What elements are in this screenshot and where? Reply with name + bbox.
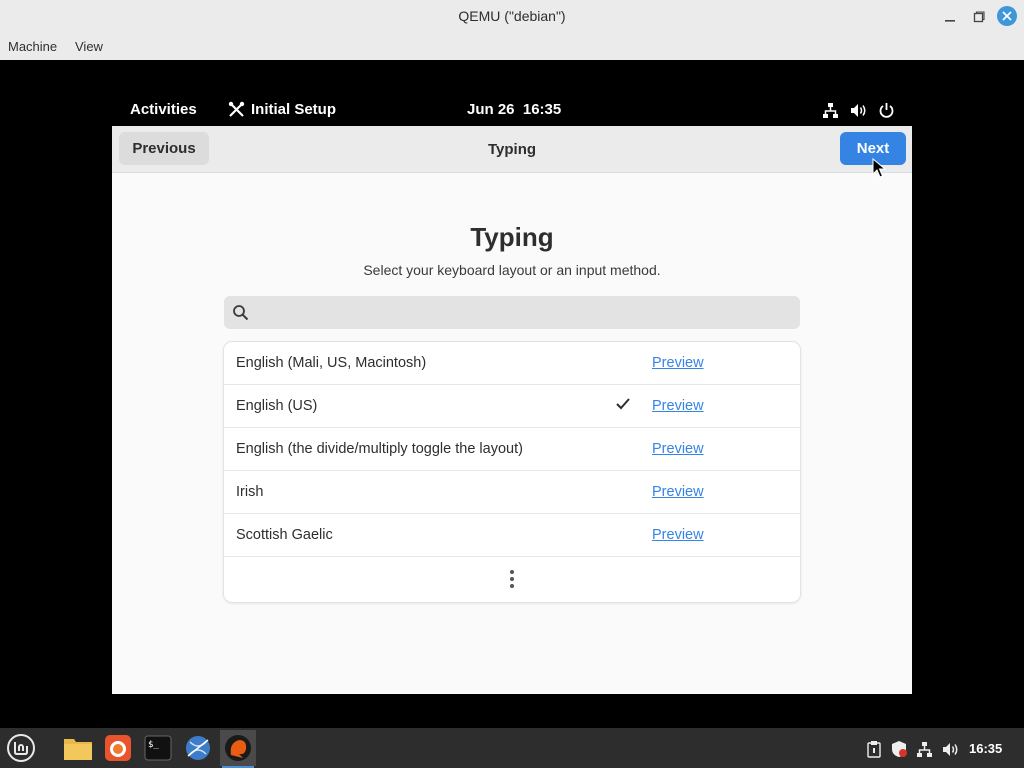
taskbar-clock[interactable]: 16:35 [969, 741, 1002, 756]
files-launcher[interactable] [60, 730, 96, 766]
qemu-icon [225, 735, 251, 761]
volume-icon[interactable] [850, 101, 868, 119]
layout-name: English (US) [236, 398, 318, 414]
preview-link[interactable]: Preview [652, 398, 704, 414]
menu-machine[interactable]: Machine [8, 39, 57, 54]
headerbar: Previous Typing Next [112, 126, 912, 178]
mint-logo-icon [7, 734, 35, 762]
window-title: QEMU ("debian") [458, 8, 566, 24]
volume-tray-icon[interactable] [942, 740, 960, 758]
network-icon[interactable] [822, 101, 839, 119]
menu-view[interactable]: View [75, 39, 103, 54]
minimize-icon [945, 20, 955, 22]
taskbar: $_ 16:35 [0, 728, 1024, 768]
menu-button[interactable] [3, 730, 39, 766]
qemu-task[interactable] [220, 730, 256, 768]
checkmark-icon [616, 397, 630, 415]
power-icon[interactable] [878, 101, 895, 119]
close-icon [1002, 11, 1012, 21]
firefox-icon [105, 735, 131, 761]
layout-list: English (Mali, US, Macintosh) Preview En… [224, 342, 800, 602]
preview-link[interactable]: Preview [652, 484, 704, 500]
app-name: Initial Setup [251, 101, 337, 118]
folder-icon [64, 739, 92, 760]
page-subtitle: Select your keyboard layout or an input … [363, 262, 661, 278]
more-layouts-button[interactable] [224, 557, 800, 601]
vm-display: Activities Initial Setup Jun 26 16:35 Pr… [0, 60, 1024, 728]
app-menu[interactable]: Initial Setup [228, 101, 336, 118]
maximize-icon [973, 11, 985, 23]
layout-name: Scottish Gaelic [236, 527, 333, 543]
layout-row[interactable]: Irish Preview [224, 471, 800, 514]
terminal-icon: $_ [144, 735, 172, 761]
layout-row-selected[interactable]: English (US) Preview [224, 385, 800, 428]
firefox-launcher[interactable] [100, 730, 136, 766]
update-shield-icon[interactable] [890, 740, 908, 758]
svg-text:$_: $_ [148, 740, 159, 750]
preview-link[interactable]: Preview [652, 355, 704, 371]
top-bar-clock[interactable]: Jun 26 16:35 [467, 101, 561, 118]
header-title: Typing [487, 141, 537, 158]
layout-name: English (the divide/multiply toggle the … [236, 441, 523, 457]
qemu-menubar: Machine View [0, 33, 1024, 61]
clipboard-icon[interactable] [866, 740, 882, 758]
tools-icon [228, 101, 245, 117]
search-input[interactable] [258, 296, 792, 331]
search-field[interactable] [224, 296, 800, 331]
more-vertical-icon [510, 570, 514, 588]
network-manager-launcher[interactable] [180, 730, 216, 766]
minimize-button[interactable] [941, 8, 959, 26]
layout-name: Irish [236, 484, 264, 500]
terminal-launcher[interactable]: $_ [140, 730, 176, 766]
layout-row[interactable]: English (the divide/multiply toggle the … [224, 428, 800, 471]
preview-link[interactable]: Preview [652, 527, 704, 543]
page-heading: Typing [470, 222, 554, 252]
network-tray-icon[interactable] [916, 740, 933, 758]
globe-icon [186, 736, 210, 760]
preview-link[interactable]: Preview [652, 441, 704, 457]
layout-row[interactable]: English (Mali, US, Macintosh) Preview [224, 342, 800, 385]
close-button[interactable] [997, 6, 1017, 26]
qemu-titlebar: QEMU ("debian") [0, 0, 1024, 33]
initial-setup-window: Previous Typing Next Typing Select your … [112, 126, 912, 694]
gnome-top-bar: Activities Initial Setup Jun 26 16:35 [0, 60, 1024, 126]
layout-row[interactable]: Scottish Gaelic Preview [224, 514, 800, 557]
maximize-button[interactable] [970, 8, 988, 26]
search-icon [233, 305, 249, 321]
activities-button[interactable]: Activities [130, 101, 197, 118]
layout-name: English (Mali, US, Macintosh) [236, 355, 427, 371]
mouse-cursor-icon [872, 158, 886, 178]
